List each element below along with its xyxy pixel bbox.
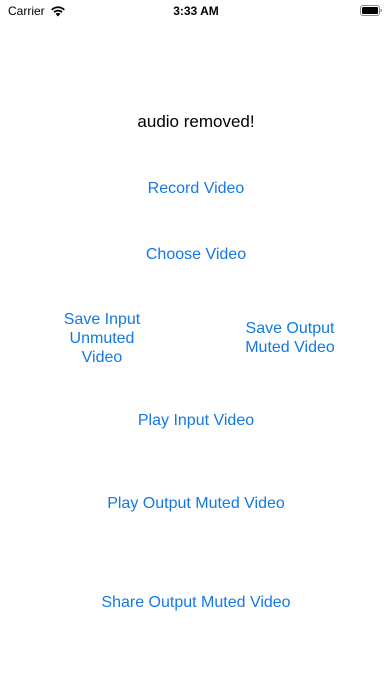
status-time: 3:33 AM: [173, 4, 219, 18]
save-input-unmuted-video-button[interactable]: Save Input Unmuted Video: [52, 310, 152, 367]
play-output-muted-video-button[interactable]: Play Output Muted Video: [0, 494, 392, 513]
app-screen: Carrier 3:33 AM audio removed! Record Vi…: [0, 0, 392, 696]
play-input-video-button[interactable]: Play Input Video: [0, 411, 392, 430]
share-output-muted-video-button[interactable]: Share Output Muted Video: [0, 593, 392, 612]
status-bar: Carrier 3:33 AM: [0, 0, 392, 22]
status-message: audio removed!: [137, 112, 255, 131]
battery-icon: [360, 5, 382, 16]
record-video-button[interactable]: Record Video: [0, 179, 392, 198]
save-output-muted-video-button[interactable]: Save Output Muted Video: [230, 319, 350, 357]
choose-video-button[interactable]: Choose Video: [0, 245, 392, 264]
